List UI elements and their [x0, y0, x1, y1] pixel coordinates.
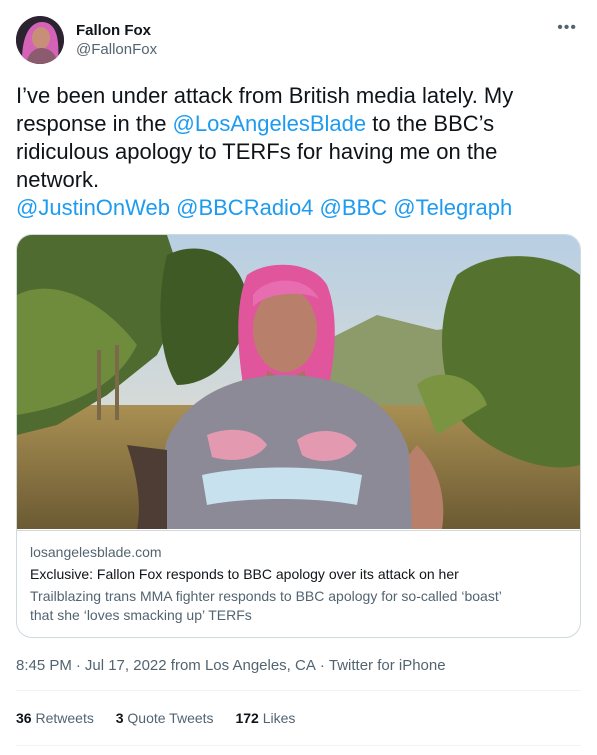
card-info[interactable]: losangelesblade.com Exclusive: Fallon Fo…: [17, 530, 580, 637]
meta-separator: ·: [75, 657, 81, 674]
card-description-line: that she ‘loves smacking up’ TERFs: [30, 607, 252, 623]
card-title: Exclusive: Fallon Fox responds to BBC ap…: [30, 566, 459, 582]
tweet-text: I’ve been under attack from British medi…: [16, 82, 581, 222]
quote-tweets-label: Quote Tweets: [127, 710, 214, 726]
retweets-count: 36: [16, 710, 32, 726]
tweet-date[interactable]: Jul 17, 2022: [85, 657, 167, 674]
link-card[interactable]: losangelesblade.com Exclusive: Fallon Fo…: [16, 234, 581, 638]
card-description: Trailblazing trans MMA fighter responds …: [30, 587, 567, 625]
tweet-meta: 8:45 PM · Jul 17, 2022 from Los Angeles, C…: [16, 656, 446, 676]
author-name[interactable]: Fallon Fox: [76, 22, 151, 40]
avatar-image: [16, 16, 64, 64]
mentions-line: @JustinOnWeb @BBCRadio4 @BBC @Telegraph: [16, 194, 581, 222]
meta-separator: ·: [319, 657, 325, 674]
likes-count: 172: [235, 710, 259, 726]
likes-stat[interactable]: 172 Likes: [235, 708, 295, 728]
author-handle[interactable]: @FallonFox: [76, 41, 157, 59]
tweet-header: Fallon Fox @FallonFox •••: [16, 14, 581, 66]
mention-link[interactable]: @JustinOnWeb: [16, 195, 170, 220]
divider: [16, 690, 581, 691]
retweets-stat[interactable]: 36 Retweets: [16, 708, 94, 728]
tweet-location[interactable]: from Los Angeles, CA: [171, 657, 316, 674]
card-photo: [17, 235, 580, 529]
quote-tweets-stat[interactable]: 3 Quote Tweets: [116, 708, 214, 728]
retweets-label: Retweets: [35, 710, 94, 726]
avatar[interactable]: [16, 16, 64, 64]
tweet-line: response in the @LosAngelesBlade to the …: [16, 110, 581, 138]
more-options-icon[interactable]: •••: [557, 20, 577, 36]
tweet-line: ridiculous apology to TERFs for having m…: [16, 139, 498, 164]
tweet-time[interactable]: 8:45 PM: [16, 657, 72, 674]
tweet-stats: 36 Retweets 3 Quote Tweets 172 Likes: [16, 708, 313, 728]
tweet-line: network.: [16, 167, 100, 192]
quote-tweets-count: 3: [115, 710, 124, 726]
mention-link[interactable]: @BBC: [320, 195, 388, 220]
tweet-source[interactable]: Twitter for iPhone: [329, 657, 446, 674]
card-domain: losangelesblade.com: [30, 544, 162, 560]
mention-link[interactable]: @BBCRadio4: [176, 195, 313, 220]
tweet-text-fragment: to the BBC’s: [366, 111, 495, 136]
mention-link[interactable]: @LosAngelesBlade: [173, 111, 367, 136]
card-image[interactable]: [17, 235, 580, 529]
likes-label: Likes: [262, 710, 296, 726]
tweet-text-fragment: response in the: [16, 111, 173, 136]
mention-link[interactable]: @Telegraph: [393, 195, 512, 220]
tweet-line: I’ve been under attack from British medi…: [16, 83, 514, 108]
divider: [16, 745, 581, 746]
card-description-line: Trailblazing trans MMA fighter responds …: [30, 588, 502, 604]
